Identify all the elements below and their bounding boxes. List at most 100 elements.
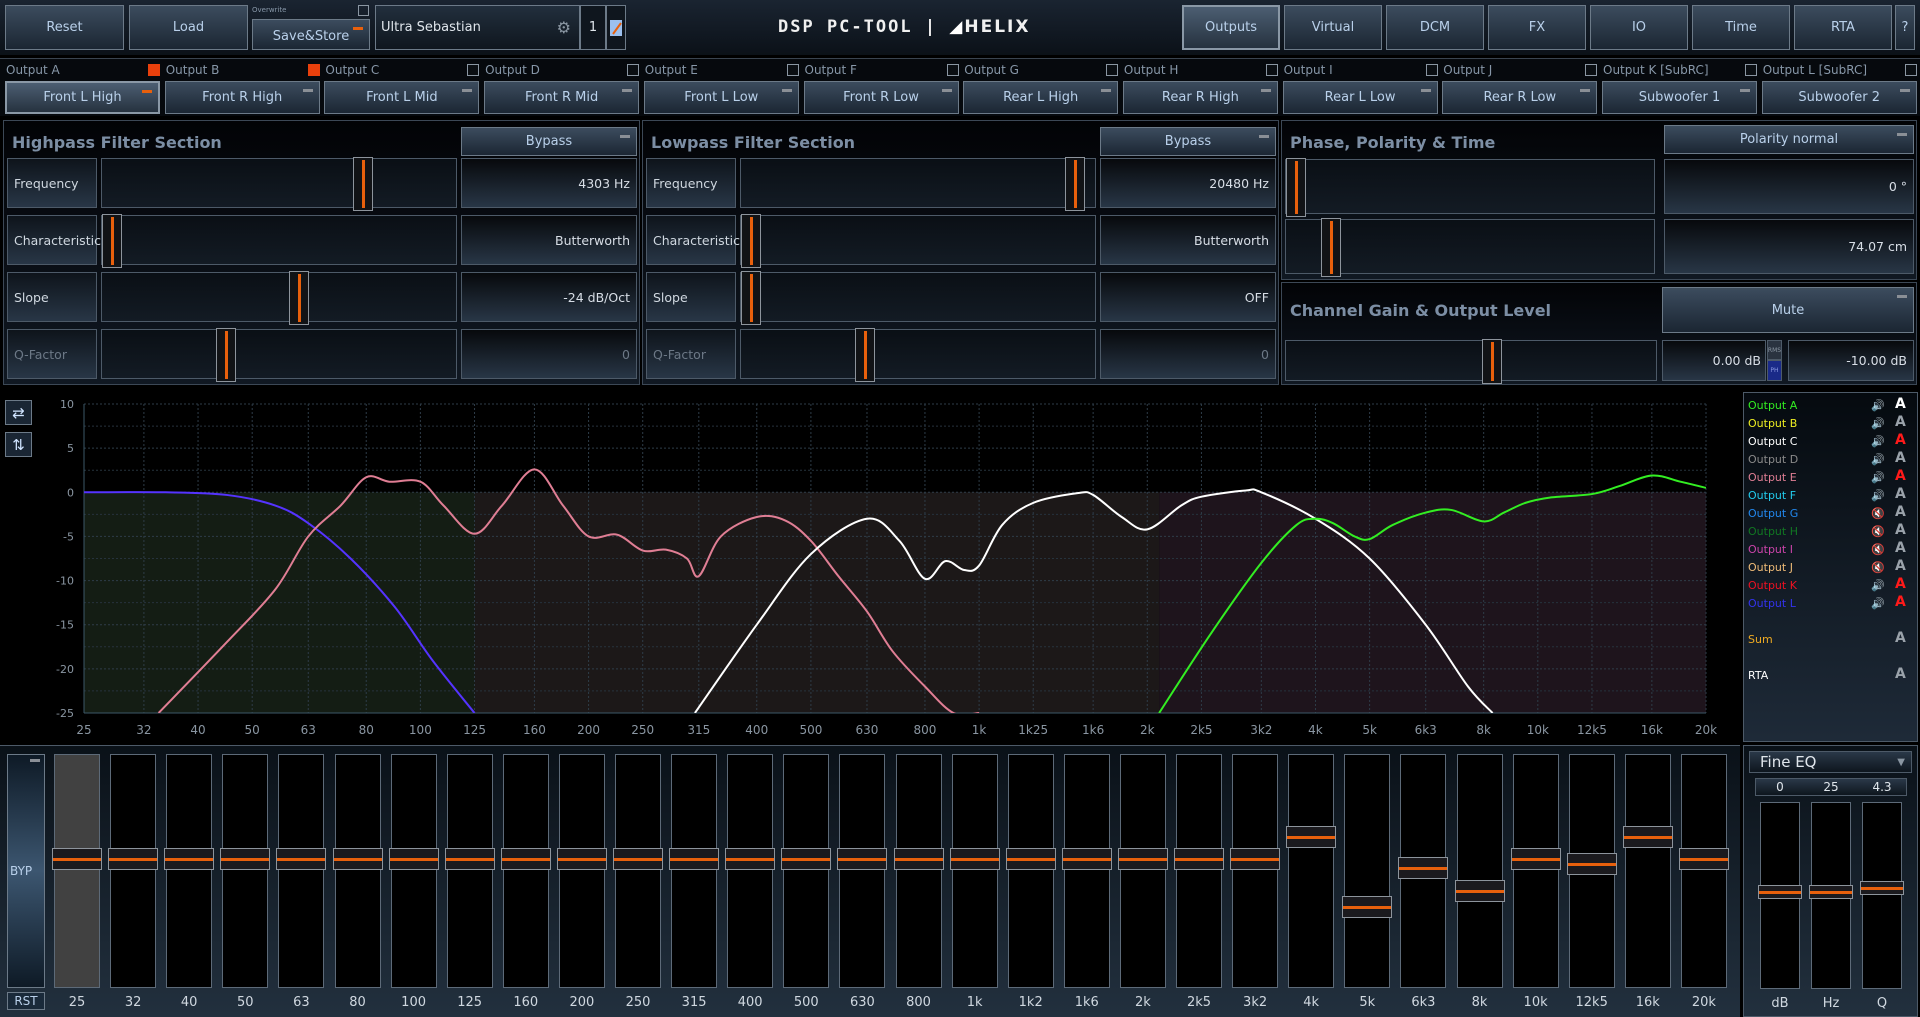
fader-knob[interactable] xyxy=(1678,848,1729,870)
fader-knob[interactable] xyxy=(1622,826,1673,849)
delay-slider[interactable] xyxy=(1285,218,1655,277)
fader-knob[interactable] xyxy=(556,848,607,870)
fader-knob[interactable] xyxy=(1286,826,1337,849)
slider-knob[interactable] xyxy=(854,328,875,382)
nav-help-button[interactable]: ? xyxy=(1895,5,1915,50)
eq-band-fader[interactable] xyxy=(444,754,495,988)
frequency-response-chart[interactable]: 1050-5-10-15-20-2525 32 40 50 63 80 100 125 160 2… xyxy=(0,392,1740,742)
speaker-icon[interactable]: 🔊 xyxy=(1871,597,1885,610)
auto-scale-icon[interactable]: A xyxy=(1895,414,1906,430)
frequency-slider[interactable] xyxy=(740,157,1096,211)
q-factor-slider[interactable] xyxy=(740,328,1096,382)
eq-band-fader[interactable] xyxy=(52,754,102,988)
fader-knob[interactable] xyxy=(1117,848,1168,870)
characteristic-slider[interactable] xyxy=(740,214,1096,268)
channel-button[interactable]: Rear R Low xyxy=(1442,81,1598,114)
fader-knob[interactable] xyxy=(388,848,439,870)
nav-rta[interactable]: RTA xyxy=(1794,5,1892,50)
speaker-icon[interactable]: 🔊 xyxy=(1871,489,1885,502)
fine-eq-fader[interactable] xyxy=(1758,802,1802,989)
auto-scale-icon[interactable]: A xyxy=(1895,486,1906,502)
output-link-checkbox[interactable] xyxy=(946,64,959,76)
slider-knob[interactable] xyxy=(1320,218,1341,277)
nav-virtual[interactable]: Virtual xyxy=(1284,5,1382,50)
auto-scale-icon[interactable]: A xyxy=(1895,630,1906,646)
nav-fx[interactable]: FX xyxy=(1488,5,1586,50)
eq-band-fader[interactable] xyxy=(276,754,327,988)
frequency-slider[interactable] xyxy=(101,157,457,211)
legend-item-label[interactable]: Output F xyxy=(1748,489,1796,502)
legend-item-label[interactable]: Output H xyxy=(1748,525,1798,538)
legend-item-label[interactable]: Output L xyxy=(1748,597,1796,610)
legend-item-label[interactable]: Output K xyxy=(1748,579,1797,592)
slider-knob[interactable] xyxy=(741,271,761,325)
overwrite-checkbox[interactable] xyxy=(358,5,369,16)
fader-knob[interactable] xyxy=(52,848,102,870)
eq-band-fader[interactable] xyxy=(1566,754,1617,988)
fader-knob[interactable] xyxy=(444,848,495,870)
legend-item-label[interactable]: Output C xyxy=(1748,435,1797,448)
fader-knob[interactable] xyxy=(1566,853,1617,876)
slider-knob[interactable] xyxy=(1286,158,1306,217)
reset-button[interactable]: Reset xyxy=(5,5,124,50)
slider-knob[interactable] xyxy=(215,328,236,382)
speaker-icon[interactable]: 🔊 xyxy=(1871,399,1885,412)
legend-item-label[interactable]: Output E xyxy=(1748,471,1797,484)
phase-slider[interactable] xyxy=(1285,158,1655,217)
slider-knob[interactable] xyxy=(352,157,373,211)
fader-knob[interactable] xyxy=(1230,848,1281,870)
auto-scale-icon[interactable]: A xyxy=(1895,450,1906,466)
speaker-icon[interactable]: 🔊 xyxy=(1871,579,1885,592)
fader-knob[interactable] xyxy=(332,848,383,870)
load-button[interactable]: Load xyxy=(129,5,248,50)
auto-scale-icon[interactable]: A xyxy=(1895,576,1906,592)
fader-knob[interactable] xyxy=(1454,880,1505,903)
fader-knob[interactable] xyxy=(781,848,832,870)
nav-outputs[interactable]: Outputs xyxy=(1182,5,1280,50)
auto-scale-icon[interactable]: A xyxy=(1895,540,1906,556)
auto-scale-icon[interactable]: A xyxy=(1895,432,1906,448)
fader-knob[interactable] xyxy=(220,848,271,870)
eq-band-fader[interactable] xyxy=(669,754,720,988)
auto-scale-icon[interactable]: A xyxy=(1895,504,1906,520)
fader-knob[interactable] xyxy=(1860,880,1904,895)
eq-band-fader[interactable] xyxy=(1510,754,1561,988)
output-link-checkbox[interactable] xyxy=(1425,64,1438,76)
fader-knob[interactable] xyxy=(1758,884,1802,899)
highpass-bypass-button[interactable]: Bypass xyxy=(461,127,637,156)
speaker-muted-icon[interactable]: 🔇 xyxy=(1871,543,1885,556)
output-link-checkbox[interactable] xyxy=(1106,64,1119,76)
preset-name-field[interactable]: Ultra Sebastian ⚙ xyxy=(375,5,580,50)
channel-button[interactable]: Front R Low xyxy=(803,81,959,114)
slope-slider[interactable] xyxy=(740,271,1096,325)
eq-band-fader[interactable] xyxy=(1230,754,1281,988)
output-link-checkbox[interactable] xyxy=(627,64,640,76)
eq-bypass-button[interactable]: BYP xyxy=(7,754,45,988)
fader-knob[interactable] xyxy=(1510,848,1561,870)
q-factor-slider[interactable] xyxy=(101,328,457,382)
fine-eq-fader[interactable] xyxy=(1809,802,1853,989)
channel-button[interactable]: Rear L High xyxy=(963,81,1119,114)
edit-preset-button[interactable] xyxy=(606,5,626,50)
legend-rta-label[interactable]: RTA xyxy=(1748,669,1768,682)
auto-scale-icon[interactable]: A xyxy=(1895,666,1906,682)
legend-item-label[interactable]: Output G xyxy=(1748,507,1798,520)
slope-slider[interactable] xyxy=(101,271,457,325)
rms-toggle[interactable]: RMS xyxy=(1767,340,1782,360)
mute-button[interactable]: Mute xyxy=(1662,287,1914,333)
speaker-muted-icon[interactable]: 🔇 xyxy=(1871,525,1885,538)
speaker-icon[interactable]: 🔊 xyxy=(1871,417,1885,430)
channel-button[interactable]: Front L Low xyxy=(643,81,799,114)
slider-knob[interactable] xyxy=(102,214,122,268)
output-link-checkbox[interactable] xyxy=(786,64,799,76)
fader-knob[interactable] xyxy=(500,848,551,870)
eq-band-fader[interactable] xyxy=(781,754,832,988)
gear-icon[interactable]: ⚙ xyxy=(557,18,571,37)
auto-scale-icon[interactable]: A xyxy=(1895,558,1906,574)
output-link-checkbox[interactable] xyxy=(1585,64,1598,76)
output-link-checkbox[interactable] xyxy=(307,64,320,76)
speaker-muted-icon[interactable]: 🔇 xyxy=(1871,507,1885,520)
eq-band-fader[interactable] xyxy=(1342,754,1393,988)
channel-button[interactable]: Front R Mid xyxy=(484,81,640,114)
channel-button[interactable]: Rear R High xyxy=(1122,81,1278,114)
